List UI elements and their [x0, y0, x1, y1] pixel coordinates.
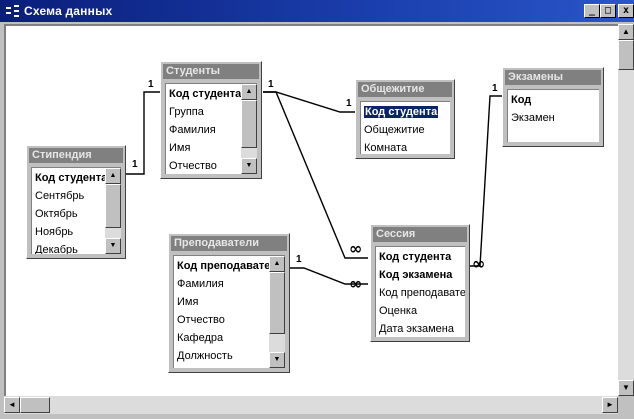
field-item[interactable]: Код экзамена	[379, 266, 465, 284]
scroll-up-icon[interactable]: ▲	[618, 24, 634, 40]
field-item[interactable]: Фамилия	[169, 121, 241, 139]
field-item[interactable]: Код студента	[379, 248, 465, 266]
field-item[interactable]: Комната	[364, 139, 450, 154]
scroll-right-icon[interactable]: ►	[602, 397, 618, 413]
relationships-icon[interactable]	[6, 5, 20, 17]
table-title[interactable]: Преподаватели	[171, 236, 287, 251]
table-studenty[interactable]: Студенты Код студента Группа Фамилия Имя…	[160, 61, 262, 179]
horizontal-scrollbar[interactable]: ◄ ►	[4, 396, 618, 414]
table-sessiya[interactable]: Сессия Код студента Код экзамена Код пре…	[370, 224, 470, 342]
field-item[interactable]: Имя	[169, 139, 241, 157]
field-item[interactable]: Группа	[169, 103, 241, 121]
field-item[interactable]: Отчество	[177, 311, 269, 329]
scroll-thumb[interactable]	[241, 100, 257, 148]
field-item[interactable]: Должность	[177, 347, 269, 365]
table-title[interactable]: Экзамены	[505, 70, 601, 85]
field-item[interactable]: Ноябрь	[35, 223, 105, 241]
field-list[interactable]: Код студента Код экзамена Код преподават…	[375, 246, 465, 337]
scroll-up-icon[interactable]: ▲	[241, 84, 257, 100]
table-title[interactable]: Стипендия	[29, 148, 123, 163]
scroll-down-icon[interactable]: ▼	[269, 352, 285, 368]
field-item[interactable]: Кафедра	[177, 329, 269, 347]
relation-one-label: 1	[132, 159, 138, 170]
field-item-selected[interactable]: Код студента	[364, 103, 450, 121]
scroll-thumb[interactable]	[618, 40, 634, 70]
scroll-up-icon[interactable]: ▲	[105, 168, 121, 184]
field-item[interactable]: Сентябрь	[35, 187, 105, 205]
scroll-down-icon[interactable]: ▼	[618, 380, 634, 396]
scroll-thumb[interactable]	[105, 184, 121, 228]
field-list-scrollbar[interactable]: ▲ ▼	[241, 84, 257, 174]
relation-one-label: 1	[148, 79, 154, 90]
field-item[interactable]: Экзамен	[511, 109, 599, 127]
relation-many-label: ∞	[472, 254, 486, 273]
field-item-label: Код студента	[364, 106, 439, 118]
scroll-left-icon[interactable]: ◄	[4, 397, 20, 413]
relation-many-label: ∞	[349, 274, 363, 293]
field-item[interactable]: Октябрь	[35, 205, 105, 223]
field-list[interactable]: Код Экзамен	[507, 89, 599, 142]
maximize-button[interactable]: □	[600, 4, 616, 18]
field-item[interactable]: Общежитие	[364, 121, 450, 139]
table-stipendiya[interactable]: Стипендия Код студента Сентябрь Октябрь …	[26, 145, 126, 259]
minimize-button[interactable]: _	[584, 4, 600, 18]
table-title[interactable]: Сессия	[373, 227, 467, 242]
field-item[interactable]: Код преподавателя	[177, 257, 269, 275]
relation-one-label: 1	[492, 83, 498, 94]
field-item[interactable]: Оценка	[379, 302, 465, 320]
field-list[interactable]: Код студента Группа Фамилия Имя Отчество…	[165, 83, 257, 174]
field-item[interactable]: Код	[511, 91, 599, 109]
scroll-down-icon[interactable]: ▼	[241, 158, 257, 174]
field-list[interactable]: Код студента Сентябрь Октябрь Ноябрь Дек…	[31, 167, 121, 254]
data-schema-window: Схема данных _ □ x 1 1 1 1 1 1 ∞ ∞ ∞ Сти…	[0, 0, 634, 419]
resize-grip-icon[interactable]	[618, 396, 634, 414]
table-obshchezhitie[interactable]: Общежитие Код студента Общежитие Комната	[355, 79, 455, 159]
field-item[interactable]: Декабрь	[35, 241, 105, 254]
scroll-thumb[interactable]	[269, 272, 285, 334]
relation-many-label: ∞	[349, 239, 363, 258]
table-title[interactable]: Студенты	[163, 64, 259, 79]
field-item[interactable]: Имя	[177, 293, 269, 311]
field-item[interactable]: Дата экзамена	[379, 320, 465, 337]
relation-one-label: 1	[296, 254, 302, 265]
title-bar[interactable]: Схема данных _ □ x	[0, 0, 634, 22]
table-prepodavateli[interactable]: Преподаватели Код преподавателя Фамилия …	[168, 233, 290, 373]
field-item[interactable]: Код студента	[169, 85, 241, 103]
relation-one-label: 1	[346, 98, 352, 109]
scroll-up-icon[interactable]: ▲	[269, 256, 285, 272]
vertical-scrollbar[interactable]: ▲ ▼	[618, 24, 634, 396]
close-button[interactable]: x	[618, 4, 634, 18]
field-item[interactable]: Отчество	[169, 157, 241, 174]
relation-one-label: 1	[268, 79, 274, 90]
table-title[interactable]: Общежитие	[358, 82, 452, 97]
scroll-thumb[interactable]	[20, 397, 50, 413]
field-item[interactable]: Код преподавателя	[379, 284, 465, 302]
field-list[interactable]: Код преподавателя Фамилия Имя Отчество К…	[173, 255, 285, 368]
field-item[interactable]: Фамилия	[177, 275, 269, 293]
field-item[interactable]: Код студента	[35, 169, 105, 187]
field-list-scrollbar[interactable]: ▲ ▼	[269, 256, 285, 368]
scroll-down-icon[interactable]: ▼	[105, 238, 121, 254]
field-list-scrollbar[interactable]: ▲ ▼	[105, 168, 121, 254]
window-title: Схема данных	[24, 4, 113, 18]
field-list[interactable]: Код студента Общежитие Комната	[360, 101, 450, 154]
table-ekzameny[interactable]: Экзамены Код Экзамен	[502, 67, 604, 147]
